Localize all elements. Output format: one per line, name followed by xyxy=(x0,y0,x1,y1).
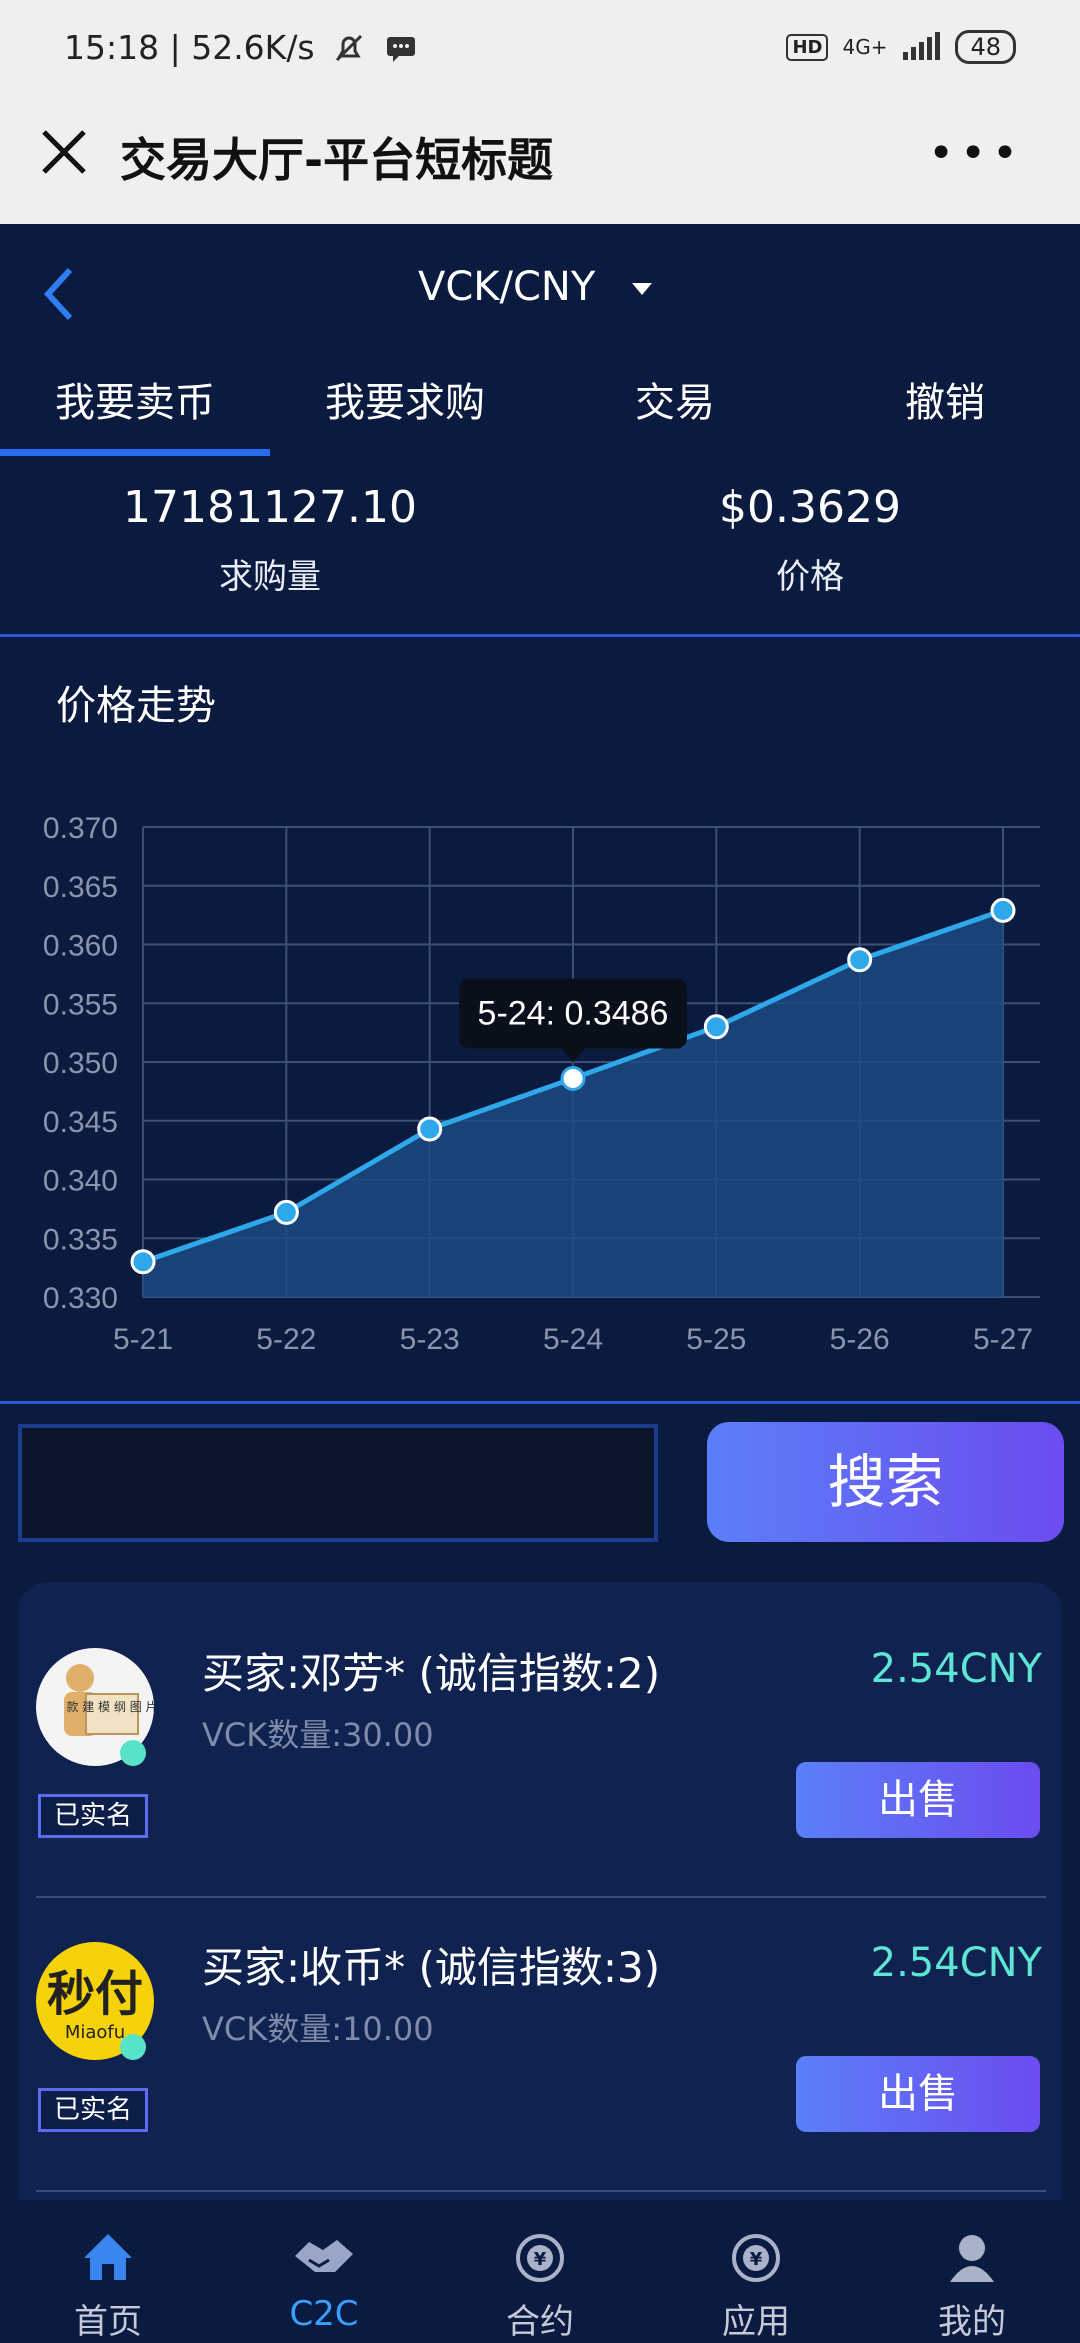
market-stats: 17181127.10 求购量 $0.3629 价格 xyxy=(0,462,1080,637)
svg-text:¥: ¥ xyxy=(534,2249,547,2270)
x-tick-label: 5-24 xyxy=(543,1323,603,1356)
tab-label: C2C xyxy=(289,2294,359,2334)
price-stat: $0.3629 价格 xyxy=(540,462,1080,598)
tab-label: 合约 xyxy=(506,2302,574,2342)
online-indicator xyxy=(120,2034,146,2060)
avatar-logo-sub: Miaofu xyxy=(65,2022,125,2043)
x-tick-label: 5-26 xyxy=(830,1323,890,1356)
listing-card: 款 建 模 纲 图 片 已实名 买家:邓芳* (诚信指数:2) VCK数量:30… xyxy=(18,1582,1062,2222)
buyer-name: 买家:邓芳* (诚信指数:2) xyxy=(202,1649,661,1698)
data-point xyxy=(130,1249,156,1275)
hd-badge: HD xyxy=(786,33,829,61)
title-bar: 交易大厅-平台短标题 ••• xyxy=(0,96,1080,224)
list-item: 款 建 模 纲 图 片 已实名 买家:邓芳* (诚信指数:2) VCK数量:30… xyxy=(18,1582,1062,1874)
bottom-tab-bar: 首页 C2C ¥ 合约 ¥ 应用 我的 xyxy=(0,2200,1080,2342)
tooltip-pointer xyxy=(561,1047,585,1063)
x-tick-label: 5-25 xyxy=(686,1323,746,1356)
user-icon xyxy=(950,2235,994,2282)
volume-value: 17181127.10 xyxy=(123,482,417,533)
pair-label: VCK/CNY xyxy=(417,264,596,310)
data-point xyxy=(703,1014,729,1040)
y-tick-label: 0.355 xyxy=(43,988,118,1021)
home-icon xyxy=(84,2234,132,2280)
yuan-coin-icon: ¥ xyxy=(516,2234,564,2282)
svg-text:¥: ¥ xyxy=(750,2249,763,2270)
message-icon xyxy=(386,36,415,62)
tab-label: 首页 xyxy=(74,2302,142,2342)
tab-contract[interactable]: ¥ 合约 xyxy=(432,2200,648,2342)
list-item: 秒付 Miaofu 已实名 买家:收币* (诚信指数:3) VCK数量:10.0… xyxy=(18,1876,1062,2168)
mute-bell-icon xyxy=(335,34,362,61)
avatar-text: 款 建 模 纲 图 片 xyxy=(66,1700,154,1714)
vck-quantity: VCK数量:30.00 xyxy=(202,1716,434,1754)
page-title: 交易大厅-平台短标题 xyxy=(120,133,554,187)
y-tick-label: 0.350 xyxy=(43,1047,118,1080)
chart-title: 价格走势 xyxy=(56,683,216,729)
data-point xyxy=(273,1199,299,1225)
x-tick-label: 5-21 xyxy=(113,1323,173,1356)
y-tick-label: 0.345 xyxy=(43,1106,118,1139)
volume-label: 求购量 xyxy=(219,557,321,597)
tooltip-label: 5-24: 0.3486 xyxy=(478,994,669,1032)
network-type: 4G+ xyxy=(842,35,888,59)
x-tick-label: 5-22 xyxy=(256,1323,316,1356)
x-tick-label: 5-23 xyxy=(400,1323,460,1356)
price-trend-section: 价格走势 0.370 0.365 0.360 0.355 0.350 0.345 0.340… xyxy=(0,637,1080,1404)
data-point xyxy=(847,947,873,973)
volume-stat: 17181127.10 求购量 xyxy=(0,462,540,598)
tab-trade[interactable]: 交易 xyxy=(540,366,810,462)
tab-mine[interactable]: 我的 xyxy=(864,2200,1080,2342)
yuan-coin-icon: ¥ xyxy=(732,2234,780,2282)
tab-c2c[interactable]: C2C xyxy=(216,2200,432,2340)
search-row: 搜索 xyxy=(0,1422,1080,1544)
tab-home[interactable]: 首页 xyxy=(0,2200,216,2342)
signal-icon xyxy=(903,32,941,60)
pair-selector[interactable]: VCK/CNY xyxy=(0,264,1080,310)
vck-quantity: VCK数量:10.00 xyxy=(202,2010,434,2048)
price-label: 价格 xyxy=(776,557,844,597)
buyer-name: 买家:收币* (诚信指数:3) xyxy=(202,1943,661,1992)
y-tick-label: 0.340 xyxy=(43,1165,118,1198)
avatar-logo-text: 秒付 xyxy=(47,1966,143,2022)
verified-badge: 已实名 xyxy=(38,2088,148,2132)
tab-sell[interactable]: 我要卖币 xyxy=(0,366,270,462)
price-value: $0.3629 xyxy=(719,482,901,533)
sell-button[interactable]: 出售 xyxy=(796,2056,1040,2132)
handshake-icon xyxy=(295,2240,353,2272)
tab-cancel[interactable]: 撤销 xyxy=(810,366,1080,462)
verified-badge: 已实名 xyxy=(38,1794,148,1838)
divider xyxy=(36,2190,1046,2192)
y-tick-label: 0.360 xyxy=(43,930,118,963)
data-point xyxy=(560,1065,586,1091)
more-options-icon[interactable]: ••• xyxy=(928,132,1024,176)
status-time: 15:18 | 52.6K/s xyxy=(64,28,315,67)
y-tick-label: 0.370 xyxy=(43,812,118,845)
trade-tabs: 我要卖币 我要求购 交易 撤销 xyxy=(0,366,1080,462)
status-bar: 15:18 | 52.6K/s HD 4G+ 48 xyxy=(0,0,1080,96)
price-trend-chart: 0.370 0.365 0.360 0.355 0.350 0.345 0.340 0.335… xyxy=(43,812,1040,1356)
y-tick-label: 0.335 xyxy=(43,1223,118,1256)
battery-indicator: 48 xyxy=(955,30,1016,64)
sell-button[interactable]: 出售 xyxy=(796,1762,1040,1838)
close-icon[interactable] xyxy=(36,124,92,180)
y-tick-label: 0.365 xyxy=(43,871,118,904)
listing-price: 2.54CNY xyxy=(870,1646,1042,1692)
online-indicator xyxy=(120,1740,146,1766)
tab-apps[interactable]: ¥ 应用 xyxy=(648,2200,864,2342)
tab-buy-request[interactable]: 我要求购 xyxy=(270,366,540,462)
listing-price: 2.54CNY xyxy=(870,1940,1042,1986)
pair-header: VCK/CNY xyxy=(0,224,1080,356)
y-tick-label: 0.330 xyxy=(43,1282,118,1315)
caret-down-icon xyxy=(632,283,652,295)
tab-label: 应用 xyxy=(722,2302,790,2342)
x-tick-label: 5-27 xyxy=(973,1323,1033,1356)
tab-label: 我的 xyxy=(938,2302,1006,2342)
search-input[interactable] xyxy=(18,1424,658,1542)
data-point xyxy=(990,897,1016,923)
search-button[interactable]: 搜索 xyxy=(707,1422,1064,1542)
data-point xyxy=(417,1116,443,1142)
